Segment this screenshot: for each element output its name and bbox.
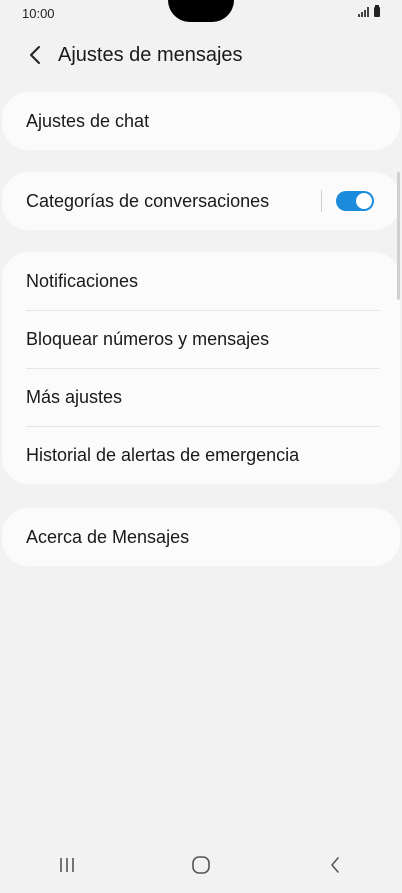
vertical-divider [321, 190, 322, 212]
categories-toggle[interactable] [336, 191, 374, 211]
item-label: Acerca de Mensajes [26, 526, 190, 547]
status-icons [358, 5, 380, 17]
chat-settings-item[interactable]: Ajustes de chat [2, 92, 400, 150]
item-label: Notificaciones [26, 270, 139, 291]
back-button[interactable] [20, 40, 50, 70]
signal-icon [358, 7, 369, 17]
camera-notch [168, 0, 234, 22]
emergency-alerts-history-item[interactable]: Historial de alertas de emergencia [2, 426, 400, 484]
settings-group-about: Acerca de Mensajes [2, 508, 400, 566]
about-messages-item[interactable]: Acerca de Mensajes [2, 508, 400, 566]
page-title: Ajustes de mensajes [58, 43, 243, 66]
item-label: Bloquear números y mensajes [26, 328, 270, 349]
back-icon [331, 857, 339, 873]
scrollbar[interactable] [397, 172, 400, 300]
recents-icon [60, 858, 74, 872]
home-icon [192, 856, 210, 874]
settings-group-categories: Categorías de conversaciones [2, 172, 400, 230]
recents-button[interactable] [47, 845, 87, 885]
item-label: Más ajustes [26, 386, 123, 407]
item-label: Ajustes de chat [26, 110, 150, 131]
battery-icon [374, 5, 380, 17]
status-time: 10:00 [22, 6, 55, 21]
navigation-bar [0, 837, 402, 893]
item-label: Historial de alertas de emergencia [26, 444, 300, 465]
settings-group-main: Notificaciones Bloquear números y mensaj… [2, 252, 400, 484]
chevron-left-icon [30, 46, 40, 64]
notifications-item[interactable]: Notificaciones [2, 252, 400, 310]
header: Ajustes de mensajes [0, 30, 402, 80]
block-numbers-item[interactable]: Bloquear números y mensajes [2, 310, 400, 368]
conversation-categories-item[interactable]: Categorías de conversaciones [2, 172, 400, 230]
home-button[interactable] [181, 845, 221, 885]
toggle-knob [356, 193, 372, 209]
settings-group-chat: Ajustes de chat [2, 92, 400, 150]
item-label: Categorías de conversaciones [26, 190, 270, 211]
nav-back-button[interactable] [315, 845, 355, 885]
status-bar: 10:00 [0, 0, 402, 26]
more-settings-item[interactable]: Más ajustes [2, 368, 400, 426]
